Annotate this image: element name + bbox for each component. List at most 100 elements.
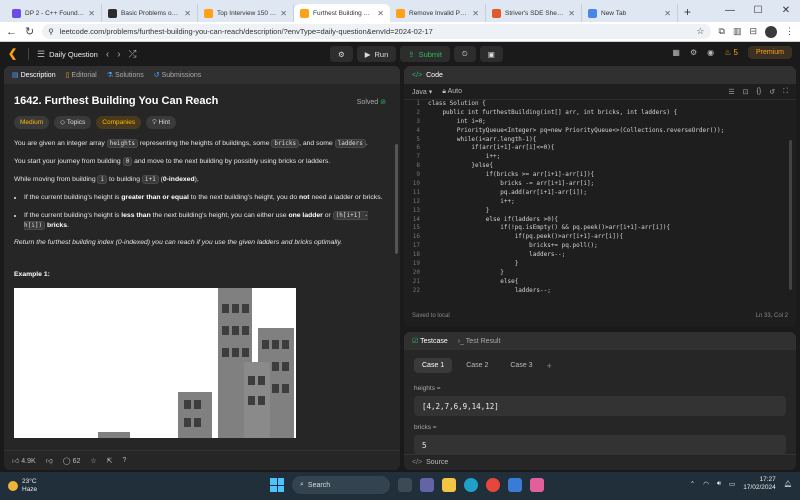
case-tab[interactable]: Case 1 — [414, 358, 453, 373]
shuffle-icon[interactable]: ⤮ — [129, 49, 137, 60]
scrollbar[interactable] — [789, 140, 792, 290]
close-icon[interactable]: ✕ — [184, 9, 191, 18]
code-text: ladders--; — [428, 251, 566, 259]
tab-testcase[interactable]: ☑ Testcase — [412, 337, 448, 345]
dislike-button[interactable]: 👎︎ — [46, 456, 53, 465]
next-problem-icon[interactable]: › — [117, 49, 120, 60]
browser-tab[interactable]: Top Interview 150 - St ✕ — [198, 4, 294, 22]
split-icon[interactable]: ⊟ — [749, 26, 757, 37]
teams-icon[interactable] — [420, 478, 434, 492]
code-line: 9 if(bricks >= arr[i+1]-arr[i]){ — [404, 171, 796, 180]
close-icon[interactable]: ✕ — [568, 9, 575, 18]
tab-submissions[interactable]: ↺ Submissions — [154, 71, 202, 79]
bookmark-icon[interactable]: ⊡ — [743, 88, 749, 96]
tab-favicon — [300, 8, 309, 18]
close-icon[interactable]: ✕ — [664, 9, 671, 18]
browser-tab[interactable]: Basic Problems on DP ✕ — [102, 4, 198, 22]
case-tab[interactable]: Case 2 — [458, 358, 496, 373]
minimize-icon[interactable]: — — [716, 0, 744, 22]
source-button[interactable]: Source — [426, 459, 448, 466]
task-view-icon[interactable] — [398, 478, 412, 492]
tab-solutions[interactable]: ⚗ Solutions — [107, 71, 144, 79]
url-field[interactable]: ⚲ leetcode.com/problems/furthest-buildin… — [42, 24, 711, 39]
braces-icon[interactable]: {} — [757, 88, 762, 96]
share-icon[interactable]: ⇱ — [107, 457, 113, 465]
layout-icon[interactable]: ▦ — [672, 48, 680, 57]
hint-tag[interactable]: 💡︎ Hint — [146, 115, 177, 130]
auto-toggle[interactable]: 🔒︎ Auto — [442, 88, 462, 96]
close-icon[interactable]: ✕ — [88, 9, 95, 18]
browser-tab[interactable]: Remove Invalid Parent ✕ — [390, 4, 486, 22]
edge-icon[interactable] — [464, 478, 478, 492]
notes-button[interactable]: ⏲ — [453, 46, 476, 62]
browser-tab[interactable]: New Tab ✕ — [582, 4, 678, 22]
chrome-icon[interactable] — [486, 478, 500, 492]
wifi-icon[interactable]: ◠ — [703, 480, 709, 488]
heights-label: heights = — [414, 385, 441, 392]
tab-description[interactable]: ▤ Description — [12, 71, 56, 79]
browser-tab[interactable]: DP 2 - C++ Foundation ✕ — [6, 4, 102, 22]
reset-icon[interactable]: ↺ — [769, 88, 775, 96]
help-icon[interactable]: ? — [123, 457, 127, 464]
volume-icon[interactable]: 🔊︎ — [717, 480, 721, 488]
tab-editorial[interactable]: ▯ Editorial — [66, 71, 97, 79]
avatar[interactable] — [765, 25, 777, 38]
comments-button[interactable]: ◯ 62 — [63, 457, 81, 465]
comment-icon: ◯ — [62, 457, 71, 465]
close-icon[interactable]: ✕ — [377, 9, 384, 18]
window-shape — [248, 396, 255, 406]
system-tray: ⌃ ◠ 🔊︎ ▭ 17:27 17/02/2024 🔔︎ — [690, 476, 792, 492]
debug-button[interactable]: ⚙ — [330, 46, 353, 62]
submit-button[interactable]: ⇪ Submit — [400, 46, 450, 62]
back-icon[interactable]: ← — [6, 26, 17, 38]
new-tab-button[interactable]: + — [678, 5, 697, 22]
problem-list-icon[interactable]: ☰ — [37, 49, 45, 60]
weather-condition: Haze — [22, 486, 38, 493]
app-icon[interactable] — [508, 478, 522, 492]
tab-test-result[interactable]: ›_ Test Result — [458, 338, 501, 345]
leetcode-logo-icon[interactable]: ❮ — [8, 48, 20, 60]
fullscreen-icon[interactable]: ⛶ — [783, 88, 788, 96]
streak-counter[interactable]: ♨ 5 — [724, 48, 738, 57]
close-icon[interactable]: ✕ — [280, 9, 287, 18]
photos-icon[interactable] — [530, 478, 544, 492]
extensions-icon[interactable]: ⧉ — [719, 26, 725, 37]
daily-question-label[interactable]: Daily Question — [49, 50, 98, 59]
heights-input[interactable]: [4,2,7,6,9,14,12] — [414, 396, 786, 416]
reload-icon[interactable]: ↻ — [25, 25, 34, 38]
battery-icon[interactable]: ▭ — [729, 480, 735, 488]
language-select[interactable]: Java ▾ — [412, 88, 432, 96]
windows-start-icon[interactable] — [270, 478, 284, 492]
case-tab[interactable]: Case 3 — [502, 358, 540, 373]
whiteboard-button[interactable]: ▣ — [479, 46, 503, 62]
code-editor[interactable]: 1 class Solution { 2 public int furthestB… — [404, 100, 796, 306]
settings-icon[interactable]: ⚙ — [690, 48, 697, 57]
run-button[interactable]: ▶ Run — [356, 46, 397, 62]
favorite-icon[interactable]: ☆ — [90, 457, 96, 465]
taskbar-search[interactable]: ⌕ Search — [292, 476, 390, 494]
bricks-input[interactable]: 5 — [414, 435, 786, 455]
premium-button[interactable]: Premium — [747, 46, 792, 59]
sidebar-icon[interactable]: ▥ — [733, 26, 742, 37]
clock[interactable]: 17:27 17/02/2024 — [743, 476, 776, 492]
file-explorer-icon[interactable] — [442, 478, 456, 492]
scrollbar[interactable] — [395, 144, 398, 254]
close-icon[interactable]: ✕ — [472, 9, 479, 18]
chevron-up-icon[interactable]: ⌃ — [690, 480, 695, 488]
browser-tab-active[interactable]: Furthest Building You C ✕ — [294, 4, 390, 22]
close-window-icon[interactable]: ✕ — [772, 0, 800, 22]
add-case-icon[interactable]: + — [547, 361, 552, 371]
weather-widget[interactable]: 23°C Haze — [8, 478, 37, 494]
like-button[interactable]: 👍︎ 4.9K — [12, 456, 36, 465]
browser-tab[interactable]: Striver's SDE Sheet - T ✕ — [486, 4, 582, 22]
bookmark-star-icon[interactable]: ☆ — [696, 26, 704, 37]
format-icon[interactable]: ☰ — [728, 88, 734, 96]
avatar[interactable]: ◉ — [707, 48, 714, 57]
menu-icon[interactable]: ⋮ — [785, 26, 794, 37]
topics-tag[interactable]: ◇ Topics — [54, 115, 92, 130]
prev-problem-icon[interactable]: ‹ — [106, 49, 109, 60]
maximize-icon[interactable]: ☐ — [744, 0, 772, 22]
notification-icon[interactable]: 🔔︎ — [784, 480, 792, 488]
companies-tag[interactable]: Companies — [96, 115, 142, 130]
site-info-icon[interactable]: ⚲ — [48, 27, 54, 36]
